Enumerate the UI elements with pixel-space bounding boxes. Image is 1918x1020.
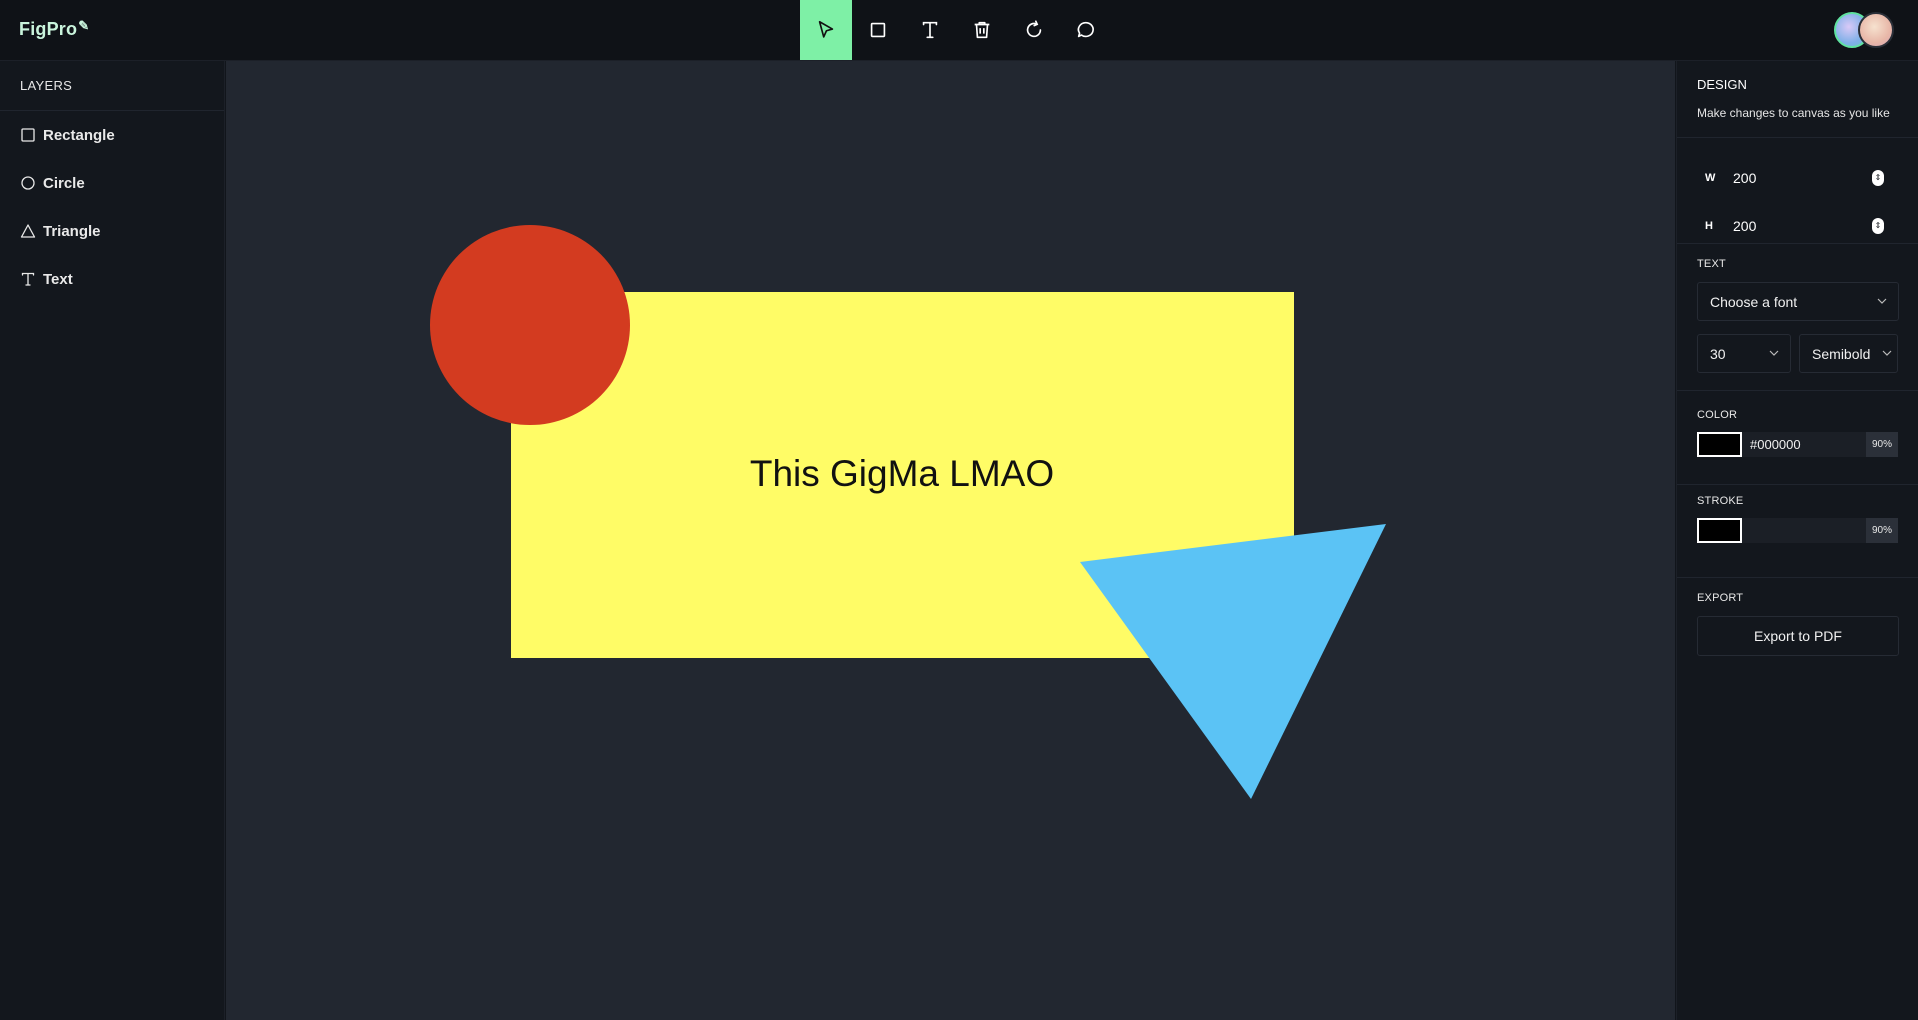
layer-item-circle[interactable]: Circle — [0, 159, 224, 207]
stepper-icon: ⇕ — [1874, 173, 1882, 182]
stroke-opacity[interactable]: 90% — [1866, 518, 1898, 543]
layers-panel: LAYERS Rectangle Circle Triangle Text — [0, 61, 225, 1020]
logo-pen-icon: ✎ — [78, 18, 90, 33]
triangle-icon — [20, 223, 36, 239]
stroke-color-row: 90% — [1697, 518, 1898, 543]
design-header: DESIGN Make changes to canvas as you lik… — [1677, 61, 1918, 138]
layer-label: Circle — [43, 174, 85, 192]
layer-label: Rectangle — [43, 126, 115, 144]
height-row: H ⇕ — [1697, 202, 1898, 250]
font-options-row: 30 Semibold — [1697, 334, 1898, 373]
layer-item-rectangle[interactable]: Rectangle — [0, 111, 224, 159]
layers-title: LAYERS — [0, 61, 224, 111]
width-input[interactable] — [1733, 170, 1853, 186]
canvas-text[interactable]: This GigMa LMAO — [652, 453, 1152, 495]
height-stepper[interactable]: ⇕ — [1872, 218, 1884, 234]
text-icon — [20, 271, 36, 287]
comments-tool-button[interactable] — [1060, 0, 1112, 60]
logo-text: FigPro — [19, 19, 78, 39]
dimensions-section: W ⇕ H ⇕ — [1677, 138, 1918, 244]
rectangle-tool-button[interactable] — [852, 0, 904, 60]
reset-tool-button[interactable] — [1008, 0, 1060, 60]
design-canvas[interactable]: This GigMa LMAO — [226, 61, 1675, 1020]
height-input[interactable] — [1733, 218, 1853, 234]
stroke-color-swatch[interactable] — [1697, 518, 1742, 543]
trash-icon — [974, 21, 990, 39]
fill-color-row: #000000 90% — [1697, 432, 1898, 457]
square-icon — [20, 127, 36, 143]
stepper-icon: ⇕ — [1874, 221, 1882, 230]
design-subtitle: Make changes to canvas as you like — [1697, 106, 1890, 120]
chevron-down-icon — [1769, 350, 1779, 356]
canvas-triangle[interactable] — [1080, 524, 1386, 799]
font-weight-select[interactable]: Semibold — [1799, 334, 1898, 373]
canvas-circle[interactable] — [430, 225, 630, 425]
font-weight-value: Semibold — [1812, 345, 1871, 362]
height-label: H — [1705, 220, 1713, 232]
width-stepper[interactable]: ⇕ — [1872, 170, 1884, 186]
text-tool-button[interactable] — [904, 0, 956, 60]
font-size-select[interactable]: 30 — [1697, 334, 1792, 373]
fill-opacity[interactable]: 90% — [1866, 432, 1898, 457]
cursor-icon — [818, 20, 834, 38]
select-tool-button[interactable] — [800, 0, 852, 60]
width-label: W — [1705, 172, 1716, 184]
text-section-title: TEXT — [1697, 258, 1726, 270]
layer-label: Text — [43, 270, 73, 288]
layer-item-text[interactable]: Text — [0, 255, 224, 303]
top-bar: FigPro✎ — [0, 0, 1918, 61]
layer-item-triangle[interactable]: Triangle — [0, 207, 224, 255]
fill-color-hex[interactable]: #000000 — [1750, 437, 1866, 452]
delete-tool-button[interactable] — [956, 0, 1008, 60]
color-section: COLOR #000000 90% — [1677, 391, 1918, 485]
export-pdf-button[interactable]: Export to PDF — [1697, 616, 1899, 656]
app-logo[interactable]: FigPro✎ — [19, 18, 90, 40]
rotate-icon — [1026, 20, 1042, 38]
chevron-down-icon — [1882, 350, 1892, 356]
circle-icon — [20, 175, 36, 191]
design-title: DESIGN — [1697, 77, 1747, 92]
font-size-value: 30 — [1710, 345, 1726, 362]
tool-bar — [800, 0, 1112, 60]
fill-color-swatch[interactable] — [1697, 432, 1742, 457]
font-family-select[interactable]: Choose a font — [1697, 282, 1899, 321]
design-panel: DESIGN Make changes to canvas as you lik… — [1676, 61, 1918, 1020]
font-family-value: Choose a font — [1710, 293, 1798, 310]
square-icon — [870, 22, 886, 38]
color-section-title: COLOR — [1697, 409, 1738, 421]
text-icon — [922, 21, 938, 39]
user-avatar[interactable] — [1858, 12, 1894, 48]
stroke-section-title: STROKE — [1697, 495, 1744, 507]
comment-icon — [1077, 21, 1094, 38]
width-row: W ⇕ — [1697, 154, 1898, 202]
chevron-down-icon — [1877, 298, 1887, 304]
stroke-section: STROKE 90% — [1677, 485, 1918, 578]
layer-label: Triangle — [43, 222, 101, 240]
active-users — [1834, 12, 1898, 48]
export-section: EXPORT Export to PDF — [1677, 578, 1918, 656]
export-section-title: EXPORT — [1697, 592, 1744, 604]
text-section: TEXT Choose a font 30 Semibold — [1677, 244, 1918, 391]
